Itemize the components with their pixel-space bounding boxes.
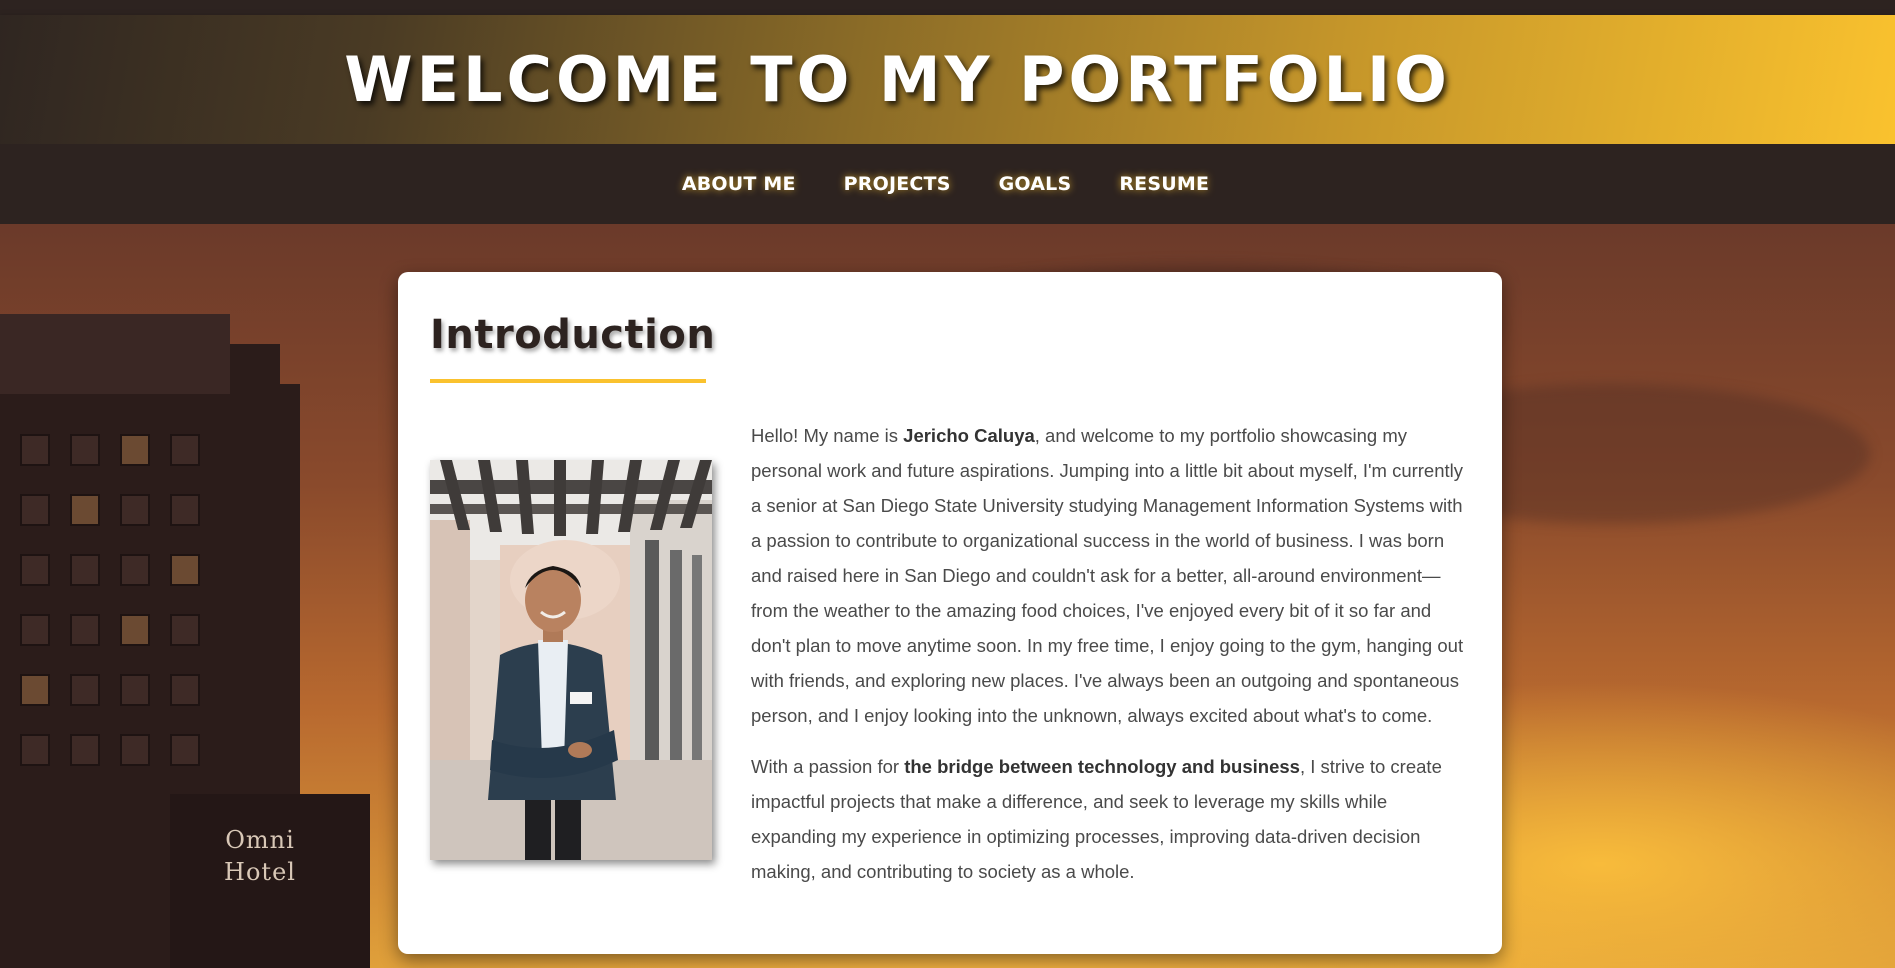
passion-highlight: the bridge between technology and busine… xyxy=(904,756,1300,777)
author-name: Jericho Caluya xyxy=(903,425,1035,446)
page-title: WELCOME TO MY PORTFOLIO xyxy=(344,43,1451,116)
nav-link-projects[interactable]: PROJECTS xyxy=(844,173,951,195)
top-strip xyxy=(0,0,1895,15)
nav-link-about-me[interactable]: ABOUT ME xyxy=(682,173,796,195)
introduction-card: Introduction Hello! My name is Jericho C… xyxy=(398,272,1502,954)
intro-paragraph-2: With a passion for the bridge between te… xyxy=(751,749,1464,889)
intro-text-span: , and welcome to my portfolio showcasing… xyxy=(751,425,1464,726)
intro-paragraph-1: Hello! My name is Jericho Caluya, and we… xyxy=(751,418,1464,733)
intro-text-span: With a passion for xyxy=(751,756,905,777)
introduction-text: Hello! My name is Jericho Caluya, and we… xyxy=(751,418,1464,905)
nav-link-goals[interactable]: GOALS xyxy=(999,173,1072,195)
main-navigation: ABOUT ME PROJECTS GOALS RESUME xyxy=(0,144,1895,224)
section-heading: Introduction xyxy=(430,312,716,358)
hotel-sign: Omni Hotel xyxy=(224,826,296,886)
nav-link-resume[interactable]: RESUME xyxy=(1119,173,1209,195)
scene-windows xyxy=(0,424,280,804)
nav-list: ABOUT ME PROJECTS GOALS RESUME xyxy=(682,173,1209,195)
header-banner: WELCOME TO MY PORTFOLIO xyxy=(0,15,1895,144)
intro-text-span: Hello! My name is xyxy=(751,425,904,446)
heading-underline xyxy=(430,379,706,383)
profile-photo xyxy=(430,460,712,860)
